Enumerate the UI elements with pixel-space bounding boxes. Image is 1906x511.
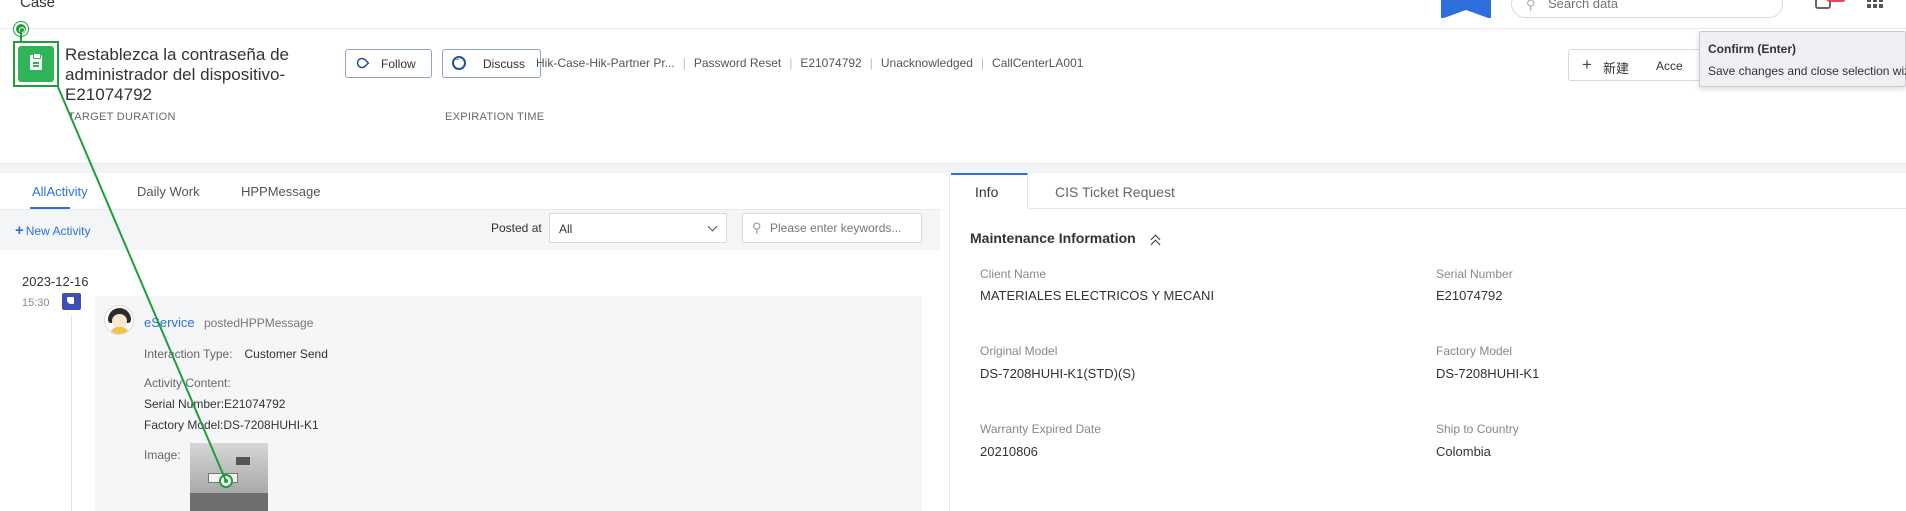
search-icon: ⚲ — [752, 220, 762, 235]
global-search[interactable]: ⚲ — [1511, 0, 1783, 18]
section-title: Maintenance Information — [970, 230, 1136, 246]
tab-info[interactable]: Info — [975, 184, 998, 200]
tab-hpp-message[interactable]: HPPMessage — [241, 184, 320, 199]
original-model-label: Original Model — [980, 344, 1058, 358]
info-panel: Info CIS Ticket Request Maintenance Info… — [949, 173, 1906, 511]
discuss-icon — [452, 53, 466, 70]
new-button-label: 新建 — [1603, 61, 1630, 76]
active-tab-indicator — [30, 207, 70, 209]
tooltip-title: Confirm (Enter) — [1708, 42, 1796, 56]
collapse-up-icon[interactable] — [1149, 234, 1161, 246]
activity-toolbar: + New Activity Posted at All ⚲ — [0, 210, 940, 250]
serial-number-label: Serial Number — [1436, 267, 1513, 281]
interaction-type-row: Interaction Type: Customer Send — [144, 347, 328, 361]
crumb-case-type[interactable]: Hik-Case-Hik-Partner Pr... — [536, 56, 675, 70]
tab-cis-ticket-request[interactable]: CIS Ticket Request — [1055, 184, 1175, 200]
activity-serial-line: Serial Number:E21074792 — [144, 397, 286, 411]
plus-icon: + — [1582, 55, 1592, 74]
plus-icon: + — [15, 222, 24, 239]
new-button[interactable]: + 新建 — [1568, 49, 1643, 81]
activity-tabs: AllActivity Daily Work HPPMessage — [0, 173, 940, 210]
top-bar: Case ⚲ — [0, 0, 1906, 29]
chevron-down-icon — [707, 221, 718, 232]
follow-label: Follow — [381, 57, 416, 71]
activity-action: postedHPPMessage — [204, 316, 314, 330]
case-breadcrumb: Hik-Case-Hik-Partner Pr... | Password Rese… — [536, 56, 1084, 70]
notification-badge — [1826, 0, 1846, 2]
tabs-divider — [1028, 208, 1906, 209]
ship-to-country-label: Ship to Country — [1436, 422, 1519, 436]
click-target-marker — [14, 22, 28, 36]
discuss-label: Discuss — [483, 57, 526, 71]
crumb-status: Unacknowledged — [880, 56, 973, 70]
case-title: Restablezca la contraseña de administrad… — [65, 45, 289, 104]
discuss-button[interactable]: Discuss — [442, 49, 541, 78]
tab-daily-work[interactable]: Daily Work — [137, 184, 200, 199]
client-name-label: Client Name — [980, 267, 1047, 281]
new-activity-label: New Activity — [25, 224, 91, 238]
activity-content-label: Activity Content: — [144, 376, 231, 390]
timeline-line — [71, 315, 72, 511]
avatar — [104, 305, 134, 335]
tag-icon — [62, 293, 81, 310]
activity-date: 2023-12-16 — [22, 274, 89, 289]
activity-poster[interactable]: eService — [144, 315, 195, 330]
expiration-time-label: EXPIRATION TIME — [445, 111, 545, 123]
bookmark-notch — [1441, 10, 1491, 19]
search-icon: ⚲ — [1526, 0, 1536, 12]
posted-at-label: Posted at — [491, 221, 542, 235]
keyword-search[interactable]: ⚲ — [742, 213, 922, 243]
crumb-owner: CallCenterLA001 — [992, 56, 1084, 70]
original-model-value: DS-7208HUHI-K1(STD)(S) — [980, 366, 1136, 381]
activity-time: 15:30 — [22, 297, 50, 309]
new-activity-link[interactable]: + New Activity — [15, 222, 90, 239]
clipboard-icon — [18, 46, 54, 82]
factory-model-value: DS-7208HUHI-K1 — [1436, 366, 1540, 381]
section-divider — [0, 163, 1906, 173]
warranty-expired-label: Warranty Expired Date — [980, 422, 1101, 436]
tooltip-body: Save changes and close selection wizard — [1708, 64, 1906, 78]
activity-image-label: Image: — [144, 448, 181, 462]
case-icon-highlight[interactable] — [13, 41, 59, 87]
warranty-expired-value: 20210806 — [980, 444, 1038, 459]
tab-all-activity[interactable]: AllActivity — [32, 184, 88, 199]
factory-model-label: Factory Model — [1436, 344, 1513, 358]
serial-number-value: E21074792 — [1436, 288, 1503, 303]
target-duration-label: TARGET DURATION — [68, 111, 176, 123]
confirm-tooltip: Confirm (Enter) Save changes and close s… — [1699, 31, 1906, 87]
ship-to-country-value: Colombia — [1436, 444, 1491, 459]
interaction-type-value: Customer Send — [244, 347, 328, 361]
global-search-input[interactable] — [1548, 0, 1768, 11]
client-name-value: MATERIALES ELECTRICOS Y MECANI — [980, 288, 1215, 303]
crumb-category: Password Reset — [693, 56, 782, 70]
follow-button[interactable]: Follow — [345, 49, 432, 78]
interaction-type-label: Interaction Type: — [144, 347, 233, 361]
module-title: Case — [20, 0, 56, 11]
keyword-search-input[interactable] — [770, 221, 915, 235]
app-grid-icon[interactable] — [1867, 0, 1883, 10]
posted-at-value: All — [559, 222, 573, 236]
accept-button[interactable]: Acce — [1642, 49, 1702, 81]
follow-icon — [354, 55, 370, 71]
activity-model-line: Factory Model:DS-7208HUHI-K1 — [144, 418, 319, 432]
crumb-serial: E21074792 — [800, 56, 862, 70]
drag-end-marker — [219, 474, 233, 488]
posted-at-select[interactable]: All — [549, 213, 727, 243]
accept-button-label: Acce — [1656, 59, 1683, 73]
